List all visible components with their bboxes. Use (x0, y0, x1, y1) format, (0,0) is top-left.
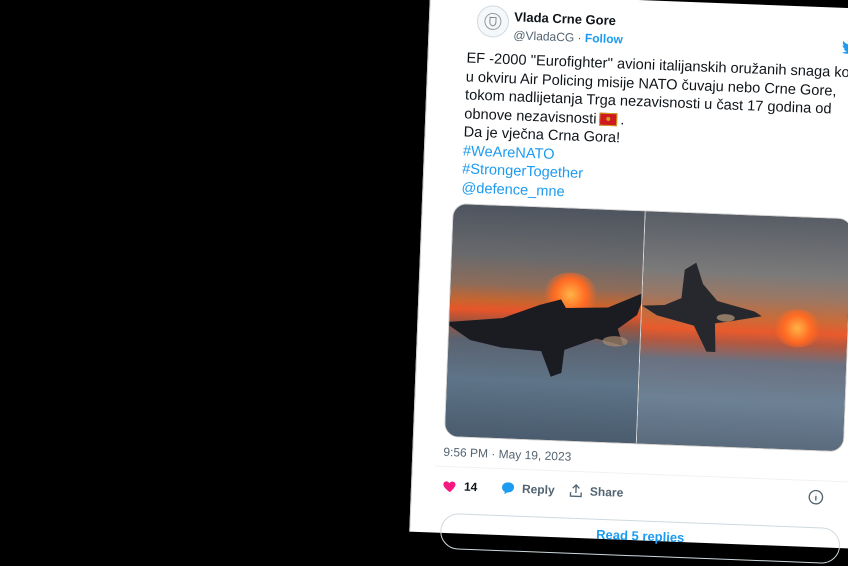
like-button[interactable]: 14 (442, 478, 478, 495)
eurofighter-photo-left[interactable] (444, 204, 646, 444)
jet-silhouette (444, 292, 646, 377)
tweet-line: EF -2000 ''Eurofighter'' avioni italijan… (464, 50, 848, 127)
info-icon[interactable] (808, 489, 825, 506)
avatar[interactable] (476, 4, 510, 39)
share-button[interactable]: Share (568, 483, 624, 501)
account-name[interactable]: Vlada Crne Gore (514, 9, 616, 28)
tweet-media[interactable] (443, 203, 848, 453)
montenegro-flag-icon (599, 112, 618, 127)
reply-label: Reply (521, 481, 555, 498)
tweet-timestamp[interactable]: 9:56 PM · May 19, 2023 (443, 445, 572, 464)
coat-of-arms-icon (484, 12, 502, 30)
jet-silhouette (642, 262, 762, 352)
account-handle[interactable]: @VladaCG (513, 28, 574, 44)
tweet-actions: 14 Reply Share (442, 478, 843, 515)
reply-bubble-icon (502, 482, 515, 495)
tweet-text: EF -2000 ''Eurofighter'' avioni italijan… (461, 49, 848, 212)
account-handle-row: @VladaCG · Follow (513, 28, 623, 46)
tweet-card: Vlada Crne Gore @VladaCG · Follow EF -20… (409, 0, 848, 565)
like-count: 14 (463, 479, 478, 495)
share-icon (569, 484, 582, 498)
reply-button[interactable]: Reply (500, 480, 555, 498)
separator: · (577, 30, 582, 45)
tweet-punctuation: . (620, 111, 625, 129)
eurofighter-photo-right[interactable] (636, 211, 848, 452)
read-more-button[interactable]: Read 5 replies (439, 512, 841, 565)
share-label: Share (589, 484, 624, 500)
follow-button[interactable]: Follow (585, 31, 624, 46)
heart-icon (443, 481, 456, 493)
twitter-bird-icon[interactable] (841, 38, 848, 57)
